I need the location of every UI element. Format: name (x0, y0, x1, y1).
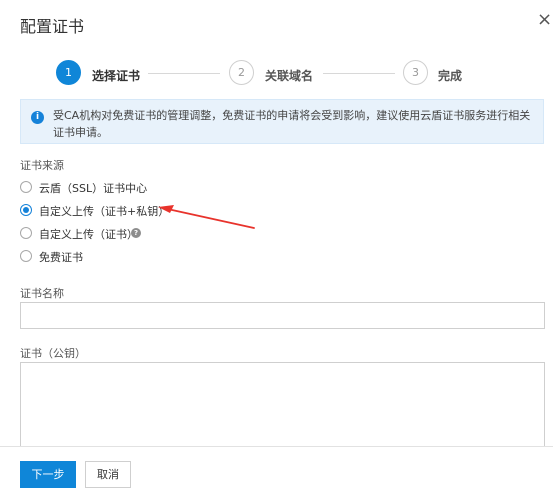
step-connector-2 (323, 73, 395, 74)
step-2-label: 关联域名 (265, 69, 314, 83)
help-icon[interactable]: ? (131, 228, 141, 238)
configure-certificate-dialog: 配置证书 × 1 选择证书 2 关联域名 3 完成 i 受CA机构对免费证书的管… (0, 0, 553, 500)
dialog-title: 配置证书 (20, 17, 85, 36)
step-indicator: 1 选择证书 2 关联域名 3 完成 (0, 60, 553, 90)
public-key-label: 证书（公钥） (20, 347, 86, 360)
source-label: 证书来源 (20, 159, 64, 172)
dialog-header: 配置证书 × (0, 0, 553, 46)
radio-button-checked[interactable] (20, 204, 32, 216)
option-label: 云盾（SSL）证书中心 (39, 182, 148, 195)
step-1-label: 选择证书 (92, 69, 141, 83)
cert-name-input[interactable] (20, 302, 545, 329)
notice-text: 受CA机构对免费证书的管理调整，免费证书的申请将会受到影响，建议使用云盾证书服务… (53, 109, 531, 139)
step-3-label: 完成 (438, 69, 463, 83)
cert-name-label: 证书名称 (20, 287, 64, 300)
radio-button[interactable] (20, 227, 32, 239)
step-3-circle: 3 (403, 60, 428, 85)
close-icon[interactable]: × (537, 10, 552, 30)
dialog-footer: 下一步 取消 (0, 446, 553, 500)
next-step-button[interactable]: 下一步 (20, 461, 76, 488)
info-icon: i (31, 111, 44, 124)
notice-banner: i 受CA机构对免费证书的管理调整，免费证书的申请将会受到影响，建议使用云盾证书… (20, 99, 544, 144)
option-label: 自定义上传（证书+私钥） (39, 205, 170, 218)
step-2-circle: 2 (229, 60, 254, 85)
step-connector-1 (148, 73, 220, 74)
option-label: 免费证书 (39, 251, 83, 264)
radio-button[interactable] (20, 250, 32, 262)
step-1-circle: 1 (56, 60, 81, 85)
cancel-button[interactable]: 取消 (85, 461, 131, 488)
public-key-textarea[interactable] (20, 362, 545, 446)
radio-button[interactable] (20, 181, 32, 193)
arrow-shaft (162, 207, 255, 229)
option-label: 自定义上传（证书） (39, 228, 138, 241)
